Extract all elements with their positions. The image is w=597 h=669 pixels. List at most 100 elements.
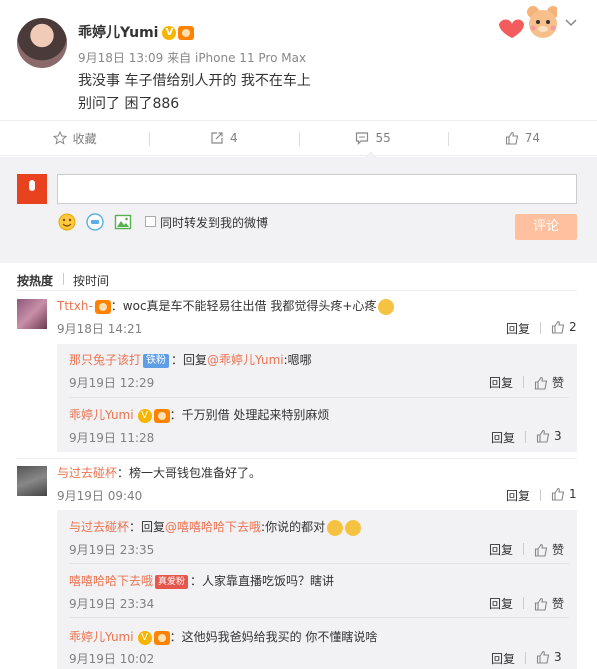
bear-mascot-icon <box>499 6 557 38</box>
reply-button[interactable]: 回复 <box>506 487 530 504</box>
reply-like-count: 3 <box>554 650 562 664</box>
replier-name[interactable]: 与过去碰杯 <box>69 520 129 534</box>
replier-name[interactable]: 乖婷儿Yumi <box>69 408 134 422</box>
sort-by-time-tab[interactable]: 按时间 <box>73 272 109 289</box>
author-name[interactable]: 乖婷儿Yumi <box>78 25 158 41</box>
sweat-face-emoji-icon <box>378 298 395 315</box>
reply-divider <box>69 397 569 398</box>
reply-item: 那只兔子该打 铁粉 ：回复@乖婷儿Yumi:嗯哪 <box>69 351 312 368</box>
comment-icon <box>356 132 369 145</box>
repost-checkbox-label[interactable]: 同时转发到我的微博 <box>160 214 268 231</box>
submit-comment-button[interactable]: 评论 <box>515 214 577 240</box>
author-avatar[interactable] <box>17 18 67 68</box>
replier-name[interactable]: 那只兔子该打 <box>69 353 141 367</box>
reply-text: ：这他妈我爸妈给我买的 你不懂瞎说啥 <box>169 630 378 644</box>
thumbs-up-icon <box>551 320 565 334</box>
comment-time: 9月19日 09:40 <box>57 489 143 503</box>
post-text-line: 别问了 困了886 <box>78 96 180 112</box>
reply-button[interactable]: 回复 <box>491 429 515 446</box>
reply-button[interactable]: 回复 <box>491 650 515 667</box>
like-button[interactable]: 74 <box>447 121 597 155</box>
gif-icon[interactable] <box>86 213 104 231</box>
reply-button[interactable]: 回复 <box>506 320 530 337</box>
like-count: 74 <box>524 131 541 145</box>
reply-like-button[interactable]: 赞 <box>534 374 564 391</box>
comment-text: ：woc真是车不能轻易往出借 我都觉得头疼+心疼 <box>110 299 377 313</box>
reply-like-count: 赞 <box>552 376 565 390</box>
vip-icon <box>94 299 111 314</box>
current-user-avatar <box>17 174 47 204</box>
sort-divider <box>63 273 64 285</box>
reply-time: 9月19日 12:29 <box>69 376 155 390</box>
vip-icon <box>153 408 170 423</box>
reply-button[interactable]: 回复 <box>489 541 513 558</box>
thumbs-up-icon <box>505 131 518 145</box>
repost-button[interactable]: 4 <box>149 121 298 155</box>
comment-input[interactable] <box>57 174 577 204</box>
commenter-avatar[interactable] <box>17 299 47 329</box>
action-divider <box>525 652 526 664</box>
image-upload-icon[interactable] <box>114 213 132 231</box>
reply-prefix: ：回复 <box>129 520 166 534</box>
repost-count: 4 <box>230 131 238 145</box>
emoji-icon <box>327 519 344 536</box>
comment-like-button[interactable]: 2 <box>551 320 577 334</box>
comment-divider <box>17 458 577 459</box>
action-divider <box>540 322 541 334</box>
comment-composer <box>0 157 597 263</box>
reply-button[interactable]: 回复 <box>489 595 513 612</box>
action-divider <box>523 376 524 388</box>
reply-item: 乖婷儿Yumi V ：这他妈我爸妈给我买的 你不懂瞎说啥 <box>69 628 377 645</box>
repost-checkbox[interactable] <box>145 216 156 227</box>
verified-icon: V <box>137 408 152 423</box>
replier-name[interactable]: 嘻嘻哈哈下去哦 <box>69 574 153 588</box>
comment-item: Tttxh- ：woc真是车不能轻易往出借 我都觉得头疼+心疼 <box>57 297 395 315</box>
reply-prefix: ：回复 <box>171 353 208 367</box>
emoji-icon[interactable] <box>58 213 76 231</box>
reply-time: 9月19日 11:28 <box>69 431 155 445</box>
reply-text: :嗯哪 <box>283 353 312 367</box>
reply-like-count: 赞 <box>552 597 565 611</box>
commenter-name[interactable]: Tttxh- <box>57 299 93 313</box>
comment-item: 与过去碰杯：榜一大哥钱包准备好了。 <box>57 464 261 481</box>
replier-name[interactable]: 乖婷儿Yumi <box>69 630 134 644</box>
post-date[interactable]: 9月18日 13:09 <box>78 51 163 65</box>
post-source: iPhone 11 Pro Max <box>194 51 307 65</box>
reply-like-button[interactable]: 3 <box>536 650 562 664</box>
chevron-down-icon[interactable] <box>565 16 577 28</box>
post-body: 我没事 车子借给别人开的 我不在车上 别问了 困了886 <box>78 70 311 116</box>
comment-text: ：榜一大哥钱包准备好了。 <box>117 466 262 480</box>
commenter-avatar[interactable] <box>17 466 47 496</box>
reply-mention[interactable]: @乖婷儿Yumi <box>207 353 284 367</box>
reply-mention[interactable]: @嘻嘻哈哈下去哦 <box>165 520 261 534</box>
post-meta: 9月18日 13:09 来自 iPhone 11 Pro Max <box>78 49 306 66</box>
emoji-icon <box>345 519 362 536</box>
fan-badge: 铁粉 <box>143 353 170 368</box>
commenter-name[interactable]: 与过去碰杯 <box>57 466 117 480</box>
reply-like-button[interactable]: 赞 <box>534 595 564 612</box>
reply-like-button[interactable]: 赞 <box>534 541 564 558</box>
reply-button[interactable]: 回复 <box>489 374 513 391</box>
reply-like-button[interactable]: 3 <box>536 429 562 443</box>
comment-like-button[interactable]: 1 <box>551 487 577 501</box>
star-icon <box>52 131 67 145</box>
sort-by-hot-tab[interactable]: 按热度 <box>17 272 53 289</box>
action-divider <box>523 543 524 555</box>
source-prefix: 来自 <box>167 51 192 65</box>
verified-icon: V <box>137 630 152 645</box>
thumbs-up-icon <box>551 487 565 501</box>
true-fan-badge: 真爱粉 <box>155 574 189 589</box>
reply-item: 与过去碰杯：回复@嘻嘻哈哈下去哦:你说的都对 <box>69 518 362 536</box>
vip-icon <box>153 630 170 645</box>
thumbs-up-icon <box>536 650 550 664</box>
comment-like-count: 1 <box>569 487 577 501</box>
post-action-bar: 收藏 4 55 74 <box>0 120 597 156</box>
post-author[interactable]: 乖婷儿Yumi V <box>78 22 195 42</box>
comment-time: 9月18日 14:21 <box>57 322 143 336</box>
vip-icon <box>178 26 195 40</box>
reply-time: 9月19日 23:35 <box>69 543 155 557</box>
favorite-button[interactable]: 收藏 <box>0 121 149 155</box>
action-divider <box>525 431 526 443</box>
post-text-line: 我没事 车子借给别人开的 我不在车上 <box>78 73 311 89</box>
thumbs-up-icon <box>534 376 548 390</box>
